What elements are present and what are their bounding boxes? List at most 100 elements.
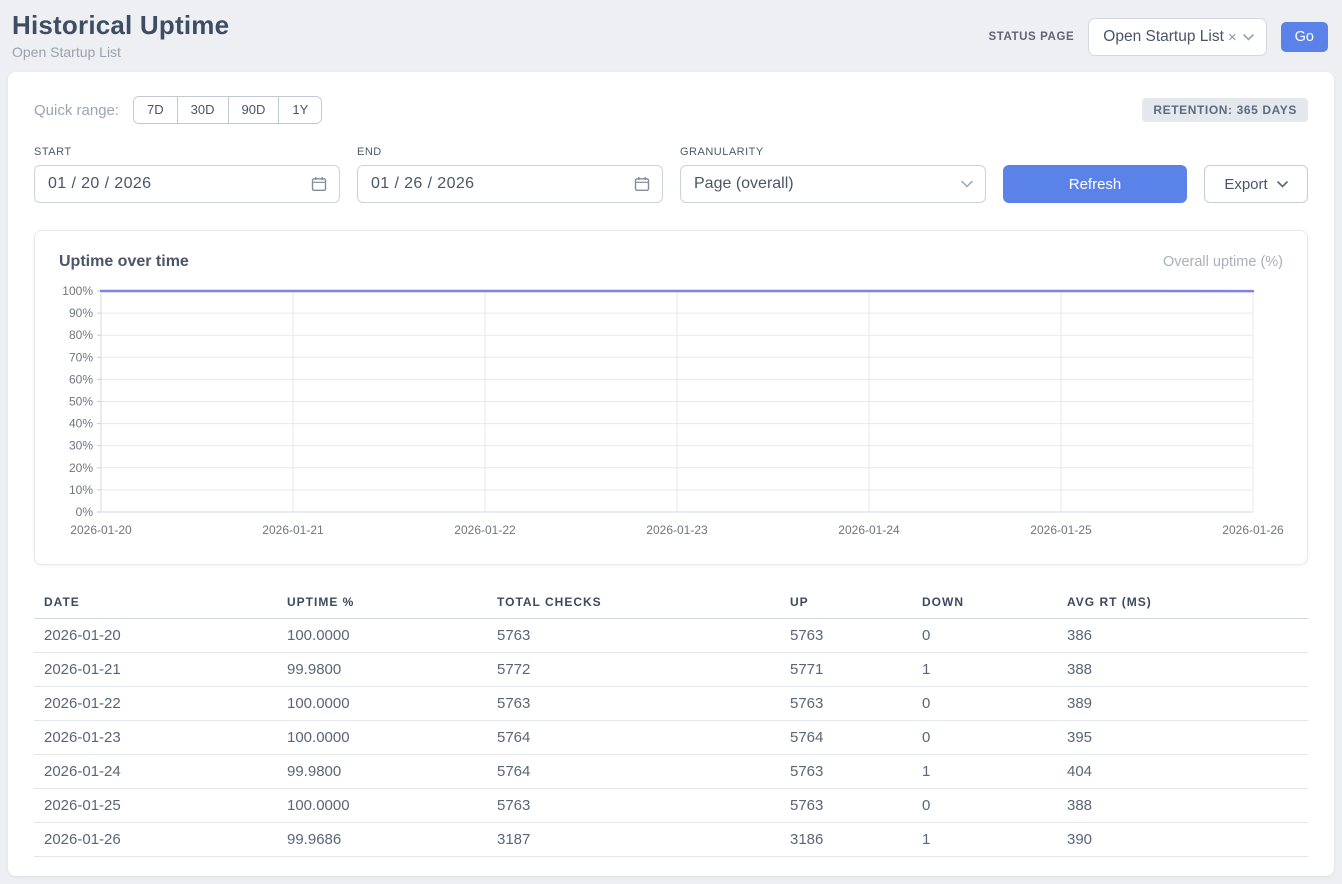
table-cell: 5763 [487,619,780,653]
table-cell: 2026-01-23 [34,721,277,755]
table-cell: 1 [912,823,1057,857]
table-cell: 5763 [780,755,912,789]
column-header-uptime: UPTIME % [277,589,487,619]
start-date-input[interactable]: 01 / 20 / 2026 [34,165,340,203]
table-cell: 2026-01-26 [34,823,277,857]
top-header: Historical Uptime Open Startup List STAT… [0,0,1342,72]
svg-text:0%: 0% [76,505,94,519]
table-row: 2026-01-2499.9800576457631404 [34,755,1308,789]
chevron-down-icon [961,180,973,188]
table-cell: 100.0000 [277,687,487,721]
table-cell: 5763 [780,789,912,823]
export-button-label: Export [1224,176,1267,193]
page-subtitle: Open Startup List [12,44,229,60]
table-cell: 100.0000 [277,721,487,755]
table-cell: 2026-01-22 [34,687,277,721]
end-date-input[interactable]: 01 / 26 / 2026 [357,165,663,203]
table-cell: 0 [912,687,1057,721]
table-cell: 5764 [487,721,780,755]
chart-legend: Overall uptime (%) [1163,254,1283,270]
status-page-select[interactable]: Open Startup List × [1088,18,1266,56]
svg-text:2026-01-24: 2026-01-24 [838,523,900,537]
end-date-value: 01 / 26 / 2026 [371,175,474,193]
table-cell: 5764 [487,755,780,789]
table-row: 2026-01-20100.0000576357630386 [34,619,1308,653]
table-cell: 5771 [780,653,912,687]
table-row: 2026-01-22100.0000576357630389 [34,687,1308,721]
table-cell: 389 [1057,687,1308,721]
table-cell: 390 [1057,823,1308,857]
calendar-icon[interactable] [311,176,327,192]
table-cell: 0 [912,789,1057,823]
svg-text:100%: 100% [62,284,93,298]
table-cell: 404 [1057,755,1308,789]
svg-text:10%: 10% [69,483,93,497]
table-cell: 2026-01-25 [34,789,277,823]
main-panel: Quick range: 7D 30D 90D 1Y RETENTION: 36… [8,72,1334,876]
table-cell: 100.0000 [277,789,487,823]
table-row: 2026-01-2699.9686318731861390 [34,823,1308,857]
svg-text:80%: 80% [69,328,93,342]
start-label: START [34,146,340,158]
quick-range-row: Quick range: 7D 30D 90D 1Y RETENTION: 36… [34,96,1308,124]
table-cell: 2026-01-20 [34,619,277,653]
chevron-down-icon [1243,34,1254,41]
quick-range-7d[interactable]: 7D [134,97,177,123]
svg-text:2026-01-22: 2026-01-22 [454,523,516,537]
uptime-table: DATE UPTIME % TOTAL CHECKS UP DOWN AVG R… [34,589,1308,857]
granularity-label: GRANULARITY [680,146,986,158]
svg-text:2026-01-26: 2026-01-26 [1222,523,1284,537]
calendar-icon[interactable] [634,176,650,192]
go-button[interactable]: Go [1281,22,1328,52]
uptime-chart-card: Uptime over time Overall uptime (%) 0%10… [34,230,1308,565]
column-header-total-checks: TOTAL CHECKS [487,589,780,619]
refresh-button[interactable]: Refresh [1003,165,1187,203]
table-cell: 100.0000 [277,619,487,653]
quick-range-button-group: 7D 30D 90D 1Y [133,96,322,124]
table-cell: 1 [912,653,1057,687]
svg-text:90%: 90% [69,306,93,320]
filter-fields-row: START 01 / 20 / 2026 END 01 / 26 / 2026 … [34,146,1308,203]
table-cell: 5763 [487,687,780,721]
quick-range-30d[interactable]: 30D [177,97,228,123]
table-cell: 99.9686 [277,823,487,857]
quick-range-1y[interactable]: 1Y [278,97,321,123]
table-cell: 0 [912,721,1057,755]
svg-text:20%: 20% [69,461,93,475]
export-button[interactable]: Export [1204,165,1308,203]
granularity-selected-value: Page (overall) [694,175,794,193]
table-cell: 2026-01-24 [34,755,277,789]
table-cell: 5772 [487,653,780,687]
quick-range-label: Quick range: [34,102,119,119]
svg-text:40%: 40% [69,417,93,431]
table-cell: 386 [1057,619,1308,653]
clear-selection-icon[interactable]: × [1228,29,1237,46]
table-cell: 0 [912,619,1057,653]
chevron-down-icon [1277,181,1288,188]
svg-text:2026-01-21: 2026-01-21 [262,523,324,537]
svg-text:70%: 70% [69,350,93,364]
table-cell: 388 [1057,789,1308,823]
table-cell: 3186 [780,823,912,857]
uptime-table-body: 2026-01-20100.00005763576303862026-01-21… [34,619,1308,857]
svg-text:30%: 30% [69,439,93,453]
svg-text:60%: 60% [69,372,93,386]
svg-text:2026-01-25: 2026-01-25 [1030,523,1092,537]
table-cell: 2026-01-21 [34,653,277,687]
table-cell: 395 [1057,721,1308,755]
table-header-row: DATE UPTIME % TOTAL CHECKS UP DOWN AVG R… [34,589,1308,619]
svg-text:50%: 50% [69,395,93,409]
svg-text:2026-01-20: 2026-01-20 [70,523,132,537]
table-cell: 5764 [780,721,912,755]
granularity-select[interactable]: Page (overall) [680,165,986,203]
table-cell: 1 [912,755,1057,789]
column-header-up: UP [780,589,912,619]
table-row: 2026-01-23100.0000576457640395 [34,721,1308,755]
table-cell: 388 [1057,653,1308,687]
start-date-value: 01 / 20 / 2026 [48,175,151,193]
retention-badge: RETENTION: 365 DAYS [1142,98,1308,122]
table-cell: 3187 [487,823,780,857]
column-header-date: DATE [34,589,277,619]
quick-range-90d[interactable]: 90D [228,97,279,123]
table-cell: 5763 [780,619,912,653]
